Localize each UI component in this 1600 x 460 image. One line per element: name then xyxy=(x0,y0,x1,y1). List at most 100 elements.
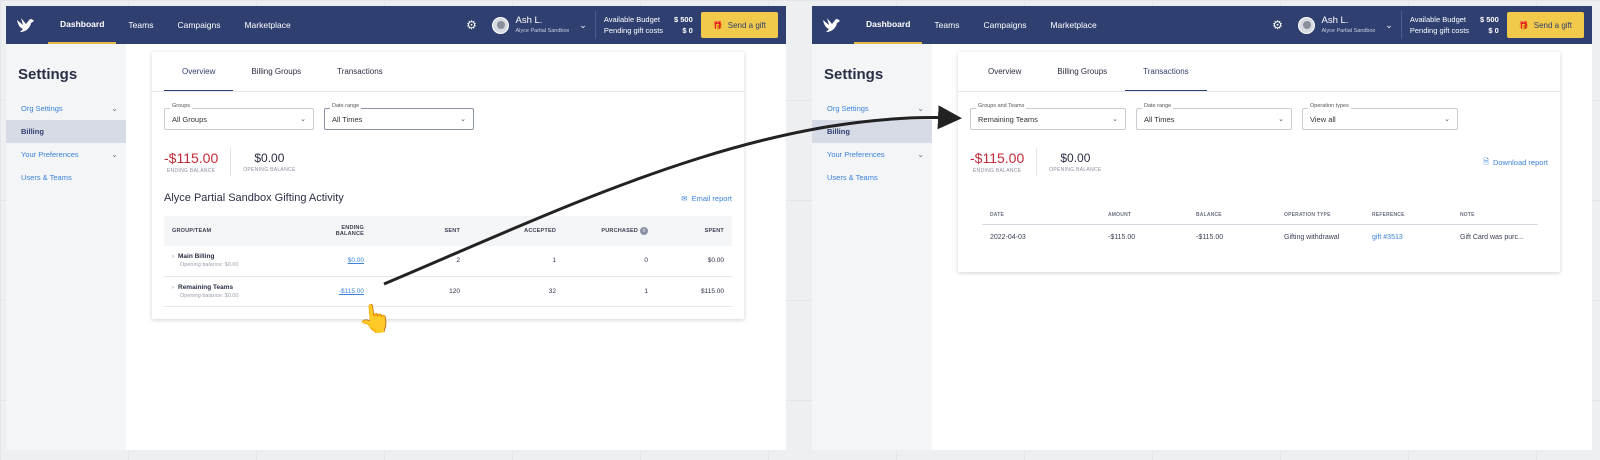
email-report-link[interactable]: ✉ Email report xyxy=(681,194,732,203)
accepted-cell: 1 xyxy=(468,246,564,277)
reference-link[interactable]: gift #3513 xyxy=(1372,234,1403,241)
budget-value: $ 500 xyxy=(674,15,693,24)
spent-cell: $0.00 xyxy=(656,246,732,277)
transactions-card: Overview Billing Groups Transactions Gro… xyxy=(958,52,1560,272)
nav-campaigns[interactable]: Campaigns xyxy=(971,6,1038,44)
group-cell: › Main Billing Opening balance: $0.00 xyxy=(164,246,314,277)
send-gift-label: Send a gift xyxy=(1533,20,1572,30)
sidebar-item-org-settings[interactable]: Org Settings ⌄ xyxy=(812,97,932,120)
gear-icon[interactable]: ⚙ xyxy=(1264,18,1290,32)
sidebar-item-billing[interactable]: Billing xyxy=(6,120,126,143)
nav-dashboard[interactable]: Dashboard xyxy=(48,6,117,44)
tab-billing-groups[interactable]: Billing Groups xyxy=(1039,52,1125,91)
groups-filter[interactable]: Groups All Groups ⌄ xyxy=(164,103,314,130)
sidebar-item-your-preferences[interactable]: Your Preferences ⌄ xyxy=(812,143,932,166)
chevron-right-icon[interactable]: › xyxy=(172,285,174,291)
avatar xyxy=(1298,16,1316,34)
send-gift-label: Send a gift xyxy=(727,20,766,30)
column-header: DATE xyxy=(982,206,1100,225)
chevron-down-icon: ⌄ xyxy=(1112,116,1118,123)
sidebar-item-label: Your Preferences xyxy=(827,150,885,159)
group-name: Main Billing xyxy=(178,253,215,261)
download-report-link[interactable]: 🗎 Download report xyxy=(1483,156,1548,169)
ending-balance-link[interactable]: $0.00 xyxy=(348,257,364,264)
sidebar-item-users-teams[interactable]: Users & Teams xyxy=(812,166,932,189)
billing-overview-screen: Dashboard Teams Campaigns Marketplace ⚙ … xyxy=(6,6,786,450)
opening-balance-value: $0.00 xyxy=(254,151,285,165)
chevron-down-icon: ⌄ xyxy=(917,150,924,159)
date-range-filter[interactable]: Date range All Times ⌄ xyxy=(1136,103,1292,130)
nav-dashboard[interactable]: Dashboard xyxy=(854,6,923,44)
gift-icon: 🎁 xyxy=(712,20,723,30)
balance-summary: -$115.00 ENDING BALANCE $0.00 OPENING BA… xyxy=(152,130,744,176)
settings-sidebar: Settings Org Settings ⌄ Billing Your Pref… xyxy=(812,44,932,450)
amount-cell: -$115.00 xyxy=(1108,233,1136,241)
info-icon[interactable]: i xyxy=(640,227,648,235)
pending-label: Pending gift costs xyxy=(603,26,664,35)
user-menu[interactable]: Ash L. Alyce Partial Sandbox ⌄ xyxy=(484,11,596,39)
tab-billing-groups[interactable]: Billing Groups xyxy=(233,52,319,91)
sidebar-item-billing[interactable]: Billing xyxy=(812,120,932,143)
column-header: AMOUNT xyxy=(1100,206,1188,225)
purchased-cell: 1 xyxy=(564,276,656,307)
chevron-down-icon: ⌄ xyxy=(579,19,587,30)
tab-overview[interactable]: Overview xyxy=(164,52,234,91)
sidebar-item-users-teams[interactable]: Users & Teams xyxy=(6,166,126,189)
budget-label: Available Budget xyxy=(603,15,660,24)
table-row[interactable]: › Remaining Teams Opening balance: $0.00 … xyxy=(164,276,732,307)
nav-teams[interactable]: Teams xyxy=(922,6,971,44)
table-row[interactable]: 2022-04-03 -$115.00 -$115.00 Gifting wit… xyxy=(982,224,1538,250)
opening-balance-label: OPENING BALANCE xyxy=(1049,167,1102,173)
operation-types-filter[interactable]: Operation types View all ⌄ xyxy=(1302,103,1458,130)
pointing-hand-icon: 👆 xyxy=(356,301,395,336)
nav-teams[interactable]: Teams xyxy=(116,6,165,44)
top-navigation: Dashboard Teams Campaigns Marketplace ⚙ … xyxy=(812,6,1592,44)
column-header: SPENT xyxy=(704,228,724,234)
date-range-value: All Times xyxy=(332,114,363,124)
purchased-cell: 0 xyxy=(564,246,656,277)
sidebar-title: Settings xyxy=(824,66,884,83)
groups-filter-value: All Groups xyxy=(172,114,208,124)
sidebar-item-label: Users & Teams xyxy=(21,173,72,182)
ending-balance-value: -$115.00 xyxy=(970,150,1025,166)
tab-transactions[interactable]: Transactions xyxy=(319,52,401,91)
user-menu[interactable]: Ash L. Alyce Partial Sandbox ⌄ xyxy=(1290,11,1402,39)
balance-summary: -$115.00 ENDING BALANCE $0.00 OPENING BA… xyxy=(970,148,1102,176)
nav-campaigns[interactable]: Campaigns xyxy=(165,6,232,44)
billing-transactions-screen: Dashboard Teams Campaigns Marketplace ⚙ … xyxy=(812,6,1592,450)
budget-value: $ 500 xyxy=(1480,15,1499,24)
settings-sidebar: Settings Org Settings ⌄ Billing Your Pref… xyxy=(6,44,126,450)
sidebar-item-your-preferences[interactable]: Your Preferences ⌄ xyxy=(6,143,126,166)
user-name: Ash L. xyxy=(515,15,543,26)
logo-bird-icon[interactable] xyxy=(812,6,850,44)
groups-teams-filter[interactable]: Groups and Teams Remaining Teams ⌄ xyxy=(970,103,1126,130)
nav-marketplace[interactable]: Marketplace xyxy=(232,6,302,44)
nav-marketplace[interactable]: Marketplace xyxy=(1038,6,1108,44)
billing-card: Overview Billing Groups Transactions Gro… xyxy=(152,52,744,319)
column-header: ENDING BALANCE xyxy=(335,225,364,237)
user-org: Alyce Partial Sandbox xyxy=(1321,28,1376,34)
tab-overview[interactable]: Overview xyxy=(970,52,1039,91)
send-gift-button[interactable]: 🎁 Send a gift xyxy=(1506,12,1584,38)
sidebar-item-org-settings[interactable]: Org Settings ⌄ xyxy=(6,97,126,120)
logo-bird-icon[interactable] xyxy=(6,6,44,44)
gear-icon[interactable]: ⚙ xyxy=(458,18,484,32)
opening-balance-label: OPENING BALANCE xyxy=(243,167,296,173)
sidebar-item-label: Users & Teams xyxy=(827,173,878,182)
chevron-down-icon: ⌄ xyxy=(1444,116,1450,123)
date-range-filter[interactable]: Date range All Times ⌄ xyxy=(324,103,474,130)
ending-balance-link[interactable]: -$115.00 xyxy=(339,288,364,295)
chevron-right-icon[interactable]: › xyxy=(172,254,174,260)
send-gift-button[interactable]: 🎁 Send a gift xyxy=(700,12,778,38)
tab-transactions[interactable]: Transactions xyxy=(1125,52,1207,91)
ending-balance: -$115.00 ENDING BALANCE xyxy=(164,150,218,174)
group-cell: › Remaining Teams Opening balance: $0.00 xyxy=(164,276,314,307)
groups-teams-value: Remaining Teams xyxy=(978,114,1038,124)
balance-cell: -$115.00 xyxy=(1196,233,1224,241)
sidebar-item-label: Org Settings xyxy=(827,104,869,113)
note-cell: Gift Card was purc... xyxy=(1460,233,1524,241)
divider xyxy=(1036,148,1038,176)
operation-type-cell: Gifting withdrawal xyxy=(1284,233,1340,241)
group-sub: Opening balance: $0.00 xyxy=(180,262,239,269)
table-row[interactable]: › Main Billing Opening balance: $0.00 $0.… xyxy=(164,246,732,277)
